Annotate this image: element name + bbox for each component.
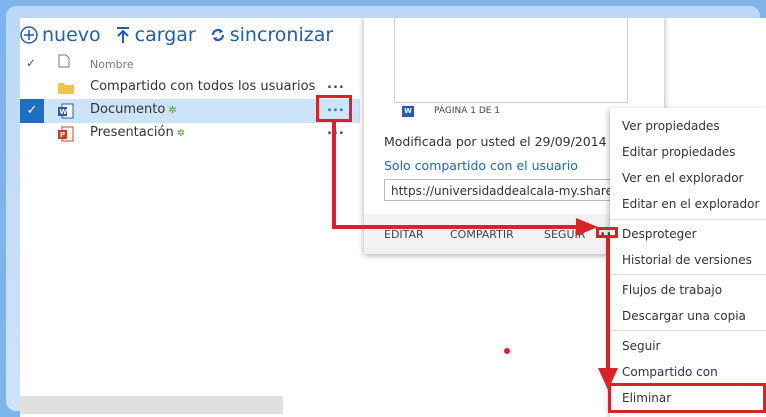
list-item-folder[interactable]: Compartido con todos los usuarios ... bbox=[20, 76, 360, 100]
toolbar: nuevo cargar sincronizar bbox=[20, 18, 347, 52]
column-name-header[interactable]: Nombre bbox=[90, 58, 134, 71]
arrow-line-down bbox=[606, 238, 610, 373]
item-name[interactable]: Presentación ✲ bbox=[90, 125, 185, 140]
menu-separator bbox=[610, 330, 766, 331]
item-name-text[interactable]: Documento bbox=[90, 102, 165, 117]
select-all-check-icon[interactable]: ✓ bbox=[26, 56, 36, 70]
menu-item-editar-propiedades[interactable]: Editar propiedades bbox=[622, 145, 736, 159]
svg-text:P: P bbox=[60, 131, 65, 139]
list-header: ✓ Nombre bbox=[20, 54, 360, 76]
upload-label: cargar bbox=[134, 24, 196, 46]
menu-item-editar-explorador[interactable]: Editar en el explorador bbox=[622, 197, 759, 211]
new-button[interactable]: nuevo bbox=[20, 24, 101, 46]
word-icon: W bbox=[402, 106, 414, 117]
cursor-dot bbox=[504, 348, 510, 354]
menu-item-compartido[interactable]: Compartido con bbox=[622, 365, 718, 379]
highlight-box-eliminar bbox=[608, 383, 766, 413]
item-name-text[interactable]: Presentación bbox=[90, 125, 174, 140]
share-action[interactable]: COMPARTIR bbox=[450, 228, 514, 241]
folder-icon bbox=[58, 83, 74, 94]
new-item-icon: ✲ bbox=[176, 128, 186, 139]
menu-item-historial[interactable]: Historial de versiones bbox=[622, 253, 752, 267]
shared-link[interactable]: Solo compartido con el usuario bbox=[384, 158, 578, 173]
context-menu: Ver propiedades Editar propiedades Ver e… bbox=[610, 108, 766, 417]
plus-circle-icon bbox=[20, 26, 38, 44]
onedrive-screen: nuevo cargar sincronizar ✓ Nombre Compar… bbox=[20, 18, 766, 417]
powerpoint-icon: P bbox=[58, 126, 74, 142]
menu-item-ver-explorador[interactable]: Ver en el explorador bbox=[622, 171, 744, 185]
arrow-line-horizontal bbox=[332, 225, 584, 229]
list-item-presentacion[interactable]: P Presentación✲ ... bbox=[20, 122, 360, 146]
new-label: nuevo bbox=[42, 24, 101, 46]
edit-action[interactable]: EDITAR bbox=[384, 228, 424, 241]
modified-info: Modificada por usted el 29/09/2014 5:2 bbox=[384, 134, 631, 149]
menu-item-desproteger[interactable]: Desproteger bbox=[622, 227, 697, 241]
highlight-box-more bbox=[596, 227, 618, 238]
list-item-documento[interactable]: ✓ W Documento ✲ ... bbox=[20, 99, 360, 123]
sync-label: sincronizar bbox=[229, 24, 334, 46]
sync-button[interactable]: sincronizar bbox=[210, 24, 333, 46]
svg-text:W: W bbox=[60, 108, 68, 116]
item-ellipsis-button[interactable]: ... bbox=[327, 77, 345, 92]
document-preview[interactable] bbox=[394, 18, 628, 103]
horizontal-scrollbar[interactable] bbox=[20, 396, 283, 414]
menu-separator bbox=[610, 274, 766, 275]
arrow-head-right-icon bbox=[576, 218, 598, 236]
row-checkbox[interactable]: ✓ bbox=[20, 99, 44, 123]
upload-icon bbox=[116, 27, 129, 43]
menu-separator bbox=[610, 219, 766, 220]
menu-item-descargar[interactable]: Descargar una copia bbox=[622, 309, 746, 323]
preview-footer: W PÁGINA 1 DE 1 bbox=[394, 102, 626, 121]
page-label: PÁGINA 1 DE 1 bbox=[434, 106, 501, 116]
menu-item-flujos[interactable]: Flujos de trabajo bbox=[622, 283, 722, 297]
menu-item-ver-propiedades[interactable]: Ver propiedades bbox=[622, 119, 720, 133]
word-doc-icon: W bbox=[58, 103, 74, 119]
new-item-icon: ✲ bbox=[168, 105, 177, 116]
item-name[interactable]: Documento ✲ bbox=[90, 102, 177, 117]
highlight-box-ellipsis bbox=[316, 95, 352, 122]
menu-item-seguir[interactable]: Seguir bbox=[622, 339, 661, 353]
upload-button[interactable]: cargar bbox=[115, 24, 196, 46]
file-type-icon bbox=[58, 54, 70, 68]
item-name[interactable]: Compartido con todos los usuarios bbox=[90, 79, 315, 94]
arrow-line-vertical bbox=[332, 122, 336, 229]
sync-icon bbox=[211, 28, 224, 42]
